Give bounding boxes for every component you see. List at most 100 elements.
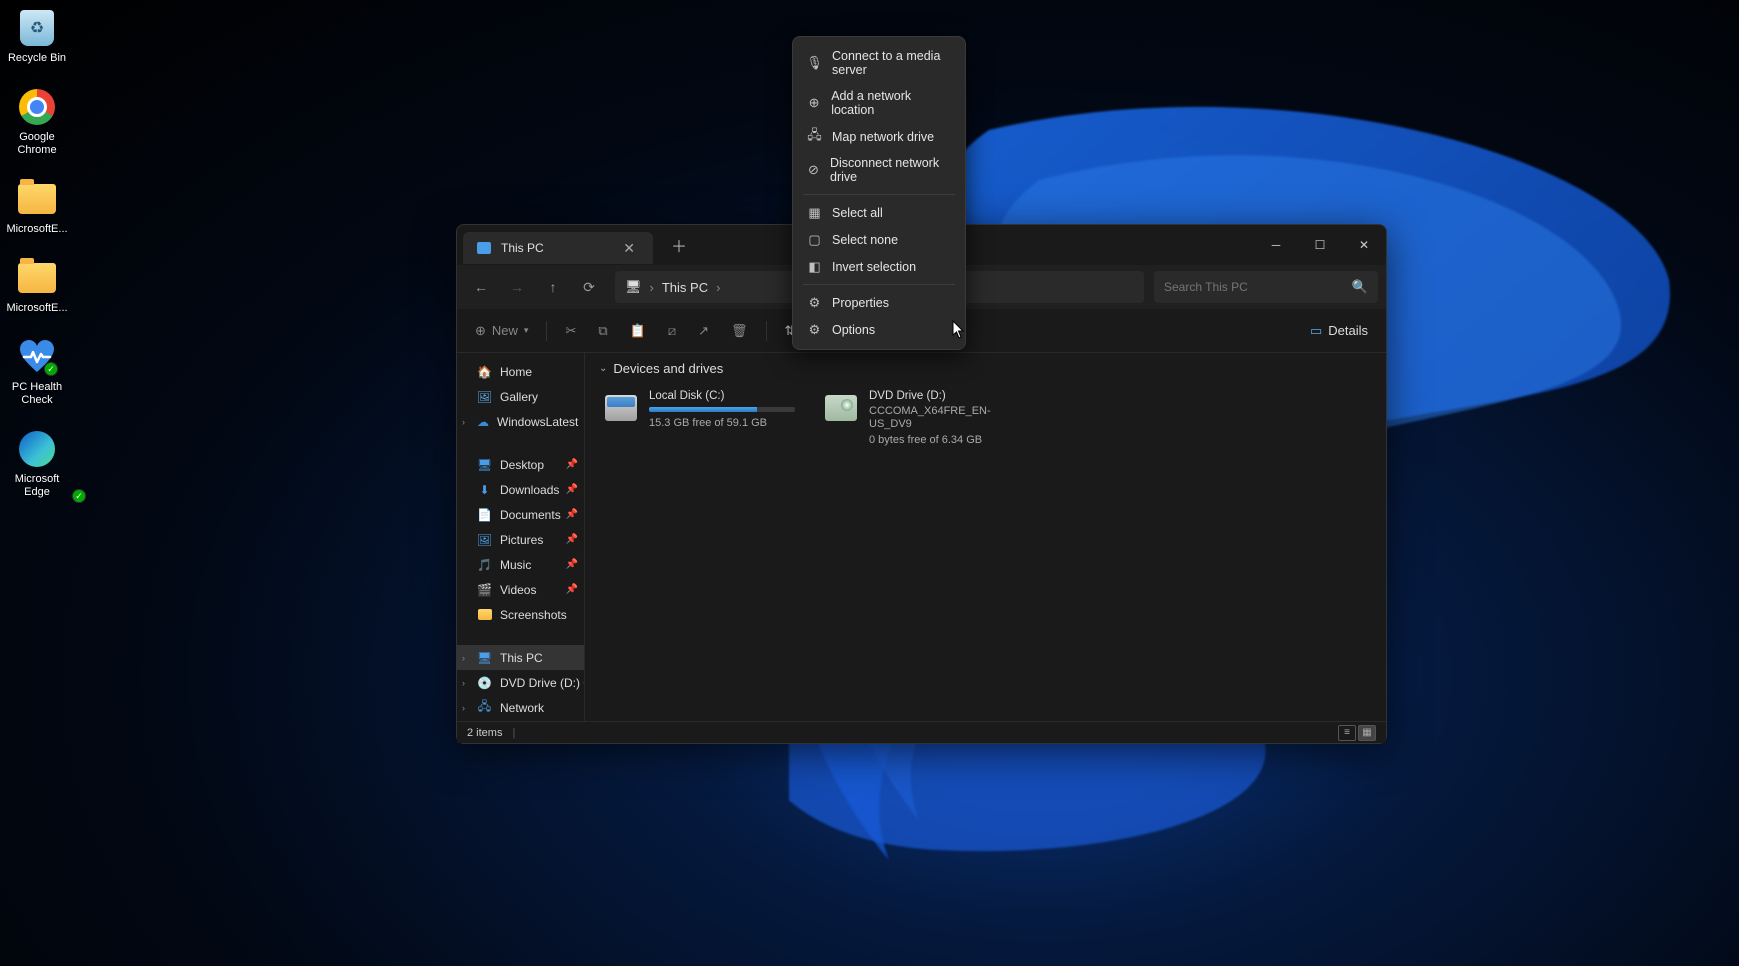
map-icon: 🖧 (807, 129, 822, 144)
desktop-icon-chrome[interactable]: Google Chrome (2, 87, 72, 157)
cut-icon: ✂ (565, 323, 576, 339)
menu-item-connect-to-a-media-server[interactable]: 🎙Connect to a media server (797, 43, 961, 83)
forward-button[interactable]: → (501, 271, 533, 303)
desktop-icon-pc-health[interactable]: ✓ PC Health Check (2, 337, 72, 407)
navigation-pane[interactable]: 🏠Home🖼Gallery›☁WindowsLatest 🖥 Desktop 📌 ⬇ Do… (457, 353, 585, 721)
pin-icon: 📌 (566, 509, 578, 520)
tab-title: This PC (501, 241, 544, 255)
refresh-button[interactable]: ⟳ (573, 271, 605, 303)
sidebar-item-screenshots[interactable]: Screenshots (457, 602, 584, 627)
folder-icon (18, 184, 56, 214)
search-icon: 🔍 (1352, 279, 1368, 295)
sidebar-item-desktop[interactable]: 🖥Desktop📌 (457, 452, 584, 477)
rename-button[interactable]: ⧄ (660, 315, 684, 347)
search-box[interactable]: 🔍 (1154, 271, 1378, 303)
sidebar-item-label: WindowsLatest (497, 415, 578, 429)
menu-item-invert-selection[interactable]: ◧Invert selection (797, 253, 961, 280)
view-list-button[interactable]: ≡ (1338, 725, 1356, 741)
dvd-icon (825, 395, 857, 421)
sidebar-item-label: Desktop (500, 458, 544, 472)
breadcrumb-segment[interactable]: This PC (662, 280, 708, 295)
pin-icon: 📌 (566, 584, 578, 595)
content-pane[interactable]: ⌄ Devices and drives Local Disk (C:) 15.… (585, 353, 1386, 721)
status-item-count: 2 items (467, 727, 502, 739)
heart-icon: ✓ (18, 340, 56, 374)
close-button[interactable]: ✕ (1342, 229, 1386, 261)
pc-icon: 🖥 (477, 650, 492, 665)
pin-icon: 📌 (566, 484, 578, 495)
menu-item-select-none[interactable]: ▢Select none (797, 226, 961, 253)
menu-item-options[interactable]: ⚙Options (797, 316, 961, 343)
tab-this-pc[interactable]: This PC ✕ (463, 232, 653, 264)
desktop-icon: 🖥 (477, 457, 492, 472)
downloads-icon: ⬇ (477, 482, 492, 497)
desktop-icon-label: Microsoft Edge (2, 473, 72, 499)
paste-icon: 📋 (630, 323, 646, 339)
drive-dvd-d[interactable]: DVD Drive (D:) CCCOMA_X64FRE_EN-US_DV9 0… (819, 386, 1019, 451)
up-button[interactable]: ↑ (537, 271, 569, 303)
menu-item-select-all[interactable]: ▦Select all (797, 199, 961, 226)
delete-icon: 🗑 (731, 323, 748, 339)
menu-item-properties[interactable]: ⚙Properties (797, 289, 961, 316)
dvd-icon: 💿 (477, 675, 492, 690)
gallery-icon: 🖼 (477, 389, 492, 404)
sidebar-item-network[interactable]: ›🖧Network (457, 695, 584, 720)
sidebar-item-pictures[interactable]: 🖼Pictures📌 (457, 527, 584, 552)
storage-bar (649, 407, 795, 412)
sidebar-item-home[interactable]: 🏠Home (457, 359, 584, 384)
minimize-button[interactable]: ─ (1254, 229, 1298, 261)
sidebar-item-documents[interactable]: 📄Documents📌 (457, 502, 584, 527)
copy-icon: ⧉ (598, 323, 607, 339)
search-input[interactable] (1164, 280, 1344, 294)
chevron-right-icon: › (462, 417, 465, 427)
sidebar-item-label: Network (500, 701, 544, 715)
sidebar-item-label: Videos (500, 583, 536, 597)
desktop-icon-folder-1[interactable]: MicrosoftE... (2, 179, 72, 236)
sidebar-item-this-pc[interactable]: ›🖥This PC (457, 645, 584, 670)
recycle-bin-icon (20, 10, 54, 46)
menu-item-disconnect-network-drive[interactable]: ⊘Disconnect network drive (797, 150, 961, 190)
view-tiles-button[interactable]: ▦ (1358, 725, 1376, 741)
menu-item-map-network-drive[interactable]: 🖧 Map network drive (797, 123, 961, 150)
sidebar-item-label: Downloads (500, 483, 559, 497)
new-tab-button[interactable]: ＋ (663, 229, 695, 261)
sidebar-item-downloads[interactable]: ⬇ Downloads 📌 (457, 477, 584, 502)
sidebar-item-gallery[interactable]: 🖼Gallery (457, 384, 584, 409)
new-button[interactable]: ⊕New▾ (467, 315, 536, 347)
maximize-button[interactable]: ☐ (1298, 229, 1342, 261)
menu-item-label: Connect to a media server (832, 49, 951, 77)
music-icon: 🎵 (477, 557, 492, 572)
back-button[interactable]: ← (465, 271, 497, 303)
pin-icon: 📌 (566, 559, 578, 570)
desktop-icon-recycle-bin[interactable]: Recycle Bin (2, 8, 72, 65)
paste-button[interactable]: 📋 (622, 315, 654, 347)
desktop-icon-folder-2[interactable]: MicrosoftE... (2, 258, 72, 315)
desktop-icon-label: Google Chrome (2, 131, 72, 157)
delete-button[interactable]: 🗑 (723, 315, 756, 347)
details-button[interactable]: ▭Details (1302, 315, 1376, 347)
chevron-right-icon: › (462, 678, 465, 688)
sidebar-item-music[interactable]: 🎵Music📌 (457, 552, 584, 577)
menu-item-label: Properties (832, 296, 889, 310)
drive-local-disk-c[interactable]: Local Disk (C:) 15.3 GB free of 59.1 GB (599, 386, 799, 451)
group-header-devices[interactable]: ⌄ Devices and drives (599, 361, 1372, 376)
tab-close-button[interactable]: ✕ (617, 238, 641, 259)
selnone-icon: ▢ (807, 232, 822, 247)
hdd-icon (605, 395, 637, 421)
chevron-down-icon: ⌄ (599, 363, 607, 374)
chevron-down-icon: ▾ (524, 325, 529, 336)
sidebar-item-label: Pictures (500, 533, 543, 547)
sidebar-item-videos[interactable]: 🎬Videos📌 (457, 577, 584, 602)
menu-item-label: Map network drive (832, 130, 934, 144)
documents-icon: 📄 (477, 507, 492, 522)
sidebar-item-windowslatest[interactable]: ›☁WindowsLatest (457, 409, 584, 434)
cut-button[interactable]: ✂ (557, 315, 584, 347)
desktop-icon-label: Recycle Bin (8, 52, 66, 65)
menu-item-add-a-network-location[interactable]: ⊕Add a network location (797, 83, 961, 123)
share-button[interactable]: ↗ (690, 315, 717, 347)
sidebar-item-dvd-drive-d-c[interactable]: ›💿DVD Drive (D:) C (457, 670, 584, 695)
desktop-icon-edge[interactable]: ✓ Microsoft Edge (2, 429, 72, 499)
copy-button[interactable]: ⧉ (590, 315, 615, 347)
invert-icon: ◧ (807, 259, 822, 274)
gear-icon: ⚙ (807, 322, 822, 337)
